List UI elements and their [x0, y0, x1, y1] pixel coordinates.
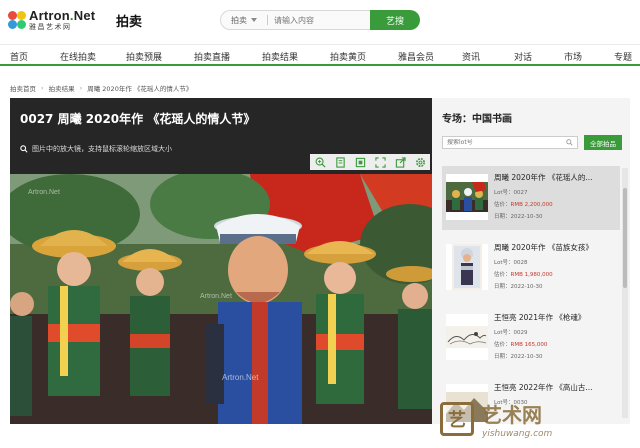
artwork-image[interactable]: Artron.Net Artron.Net Artron.Net	[10, 174, 432, 424]
expand-icon[interactable]	[374, 156, 386, 168]
search-icon[interactable]	[566, 139, 573, 146]
search-category-select[interactable]: 拍卖	[221, 15, 267, 26]
nav-item-topics[interactable]: 专题	[614, 50, 632, 63]
lot-price: 估价：RMB 1,980,000	[494, 272, 553, 278]
breadcrumb-auction-home[interactable]: 拍卖首页	[10, 83, 36, 93]
lot-number: Lot号：0028	[494, 260, 528, 266]
lot-item[interactable]: 王恒亮 2021年作 《枪魂》 Lot号：0029 估价：RMB 165,000…	[442, 306, 620, 370]
image-watermark-3: Artron.Net	[222, 373, 259, 382]
breadcrumb-current: 周曦 2020年作 《花瑶人的情人节》	[87, 85, 193, 93]
zoom-tip: 图片中的放大镜，支持鼠标滚轮缩放区域大小	[20, 144, 172, 154]
zoom-in-icon[interactable]	[314, 156, 326, 168]
chevron-down-icon	[251, 18, 257, 22]
lot-price: 估价：RMB 165,000	[494, 342, 548, 348]
settings-icon[interactable]	[414, 156, 426, 168]
section-title: 拍卖	[116, 15, 143, 30]
nav-item-preview[interactable]: 拍卖预展	[126, 50, 162, 63]
watermark-seal-icon: 艺	[440, 402, 474, 436]
logo-wordmark: Artron.Net	[29, 8, 96, 23]
artwork-title: 0027 周曦 2020年作 《花瑶人的情人节》	[20, 112, 256, 126]
image-watermark-2: Artron.Net	[28, 189, 60, 196]
artron-logo-icon	[8, 11, 26, 29]
nav-item-news[interactable]: 资讯	[462, 50, 480, 63]
lot-item[interactable]: 周曦 2020年作 《花瑶人的... Lot号：0027 估价：RMB 2,20…	[442, 166, 620, 230]
watermark-url: yishuwang.com	[482, 429, 553, 439]
nav-item-dialogue[interactable]: 对话	[514, 50, 532, 63]
nav-item-members[interactable]: 雅昌会员	[398, 50, 434, 63]
nav-item-home[interactable]: 首页	[10, 50, 28, 63]
copy-icon[interactable]	[334, 156, 346, 168]
image-toolbar	[310, 154, 430, 170]
lot-name: 周曦 2020年作 《苗族女孩》	[494, 243, 593, 252]
lot-date: 日期：2022-10-30	[494, 284, 543, 290]
site-watermark: 艺 艺术网 yishuwang.com	[440, 394, 636, 444]
lot-name: 王恒亮 2022年作 《高山古...	[494, 383, 593, 392]
site-header: Artron.Net 雅昌艺术网 拍卖 拍卖 艺搜	[0, 0, 640, 40]
lot-item[interactable]: 周曦 2020年作 《苗族女孩》 Lot号：0028 估价：RMB 1,980,…	[442, 236, 620, 300]
lot-thumbnail	[446, 314, 488, 360]
magnifier-icon	[20, 145, 28, 153]
lot-date: 日期：2022-10-30	[494, 214, 543, 220]
nav-item-yellow-pages[interactable]: 拍卖黄页	[330, 50, 366, 63]
breadcrumb-results[interactable]: 拍卖结果	[49, 83, 75, 93]
nav-item-live[interactable]: 拍卖直播	[194, 50, 230, 63]
lot-list-scrollbar[interactable]	[622, 168, 628, 418]
breadcrumb: 拍卖首页 › 拍卖结果 › 周曦 2020年作 《花瑶人的情人节》	[10, 83, 193, 93]
lot-date: 日期：2022-10-30	[494, 354, 543, 360]
session-title: 专场：中国书画	[442, 114, 512, 125]
search-input[interactable]	[274, 15, 364, 25]
all-lots-button[interactable]: 全部拍品	[584, 135, 622, 150]
share-icon[interactable]	[394, 156, 406, 168]
search-button[interactable]: 艺搜	[370, 10, 420, 30]
nav-item-results[interactable]: 拍卖结果	[262, 50, 298, 63]
scroll-thumb[interactable]	[623, 188, 627, 288]
lot-search	[442, 136, 578, 149]
logo-subtitle: 雅昌艺术网	[29, 23, 72, 31]
nav-item-market[interactable]: 市场	[564, 50, 582, 63]
lot-name: 周曦 2020年作 《花瑶人的...	[494, 173, 593, 182]
main-nav: 首页 在线拍卖 拍卖预展 拍卖直播 拍卖结果 拍卖黄页 雅昌会员 资讯 对话 市…	[0, 44, 640, 66]
lot-thumbnail	[446, 244, 488, 290]
lot-number: Lot号：0027	[494, 190, 528, 196]
lot-name: 王恒亮 2021年作 《枪魂》	[494, 313, 586, 322]
site-search: 拍卖 艺搜	[220, 10, 420, 30]
fit-icon[interactable]	[354, 156, 366, 168]
lot-price: 估价：RMB 2,200,000	[494, 202, 553, 208]
painting-illustration: Artron.Net Artron.Net Artron.Net	[10, 174, 432, 424]
artwork-viewer: 0027 周曦 2020年作 《花瑶人的情人节》 图片中的放大镜，支持鼠标滚轮缩…	[10, 98, 432, 424]
lot-thumbnail	[446, 174, 488, 220]
watermark-text: 艺术网	[482, 403, 542, 427]
nav-item-online-auction[interactable]: 在线拍卖	[60, 50, 96, 63]
lot-search-input[interactable]	[447, 139, 547, 146]
artron-logo[interactable]: Artron.Net 雅昌艺术网	[8, 6, 95, 34]
lot-number: Lot号：0029	[494, 330, 528, 336]
lot-sidebar: 专场：中国书画 全部拍品 周曦 2020年作 《花瑶人的... Lot号：002…	[432, 98, 630, 424]
image-watermark-1: Artron.Net	[200, 293, 232, 300]
